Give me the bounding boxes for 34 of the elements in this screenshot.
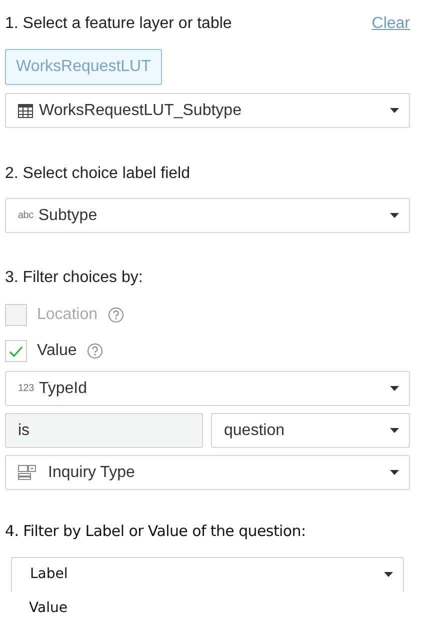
checkbox[interactable] [5,340,27,362]
form-field-select[interactable]: Inquiry Type [5,455,410,490]
section-heading: 4. Filter by Label or Value of the question: [5,521,307,542]
select-value: Inquiry Type [48,462,135,482]
layer-select[interactable]: WorksRequestLUT_Subtype [5,93,410,128]
select-value: Subtype [38,206,98,226]
help-icon[interactable] [86,343,103,359]
field-type-label: abc [18,209,34,223]
table-icon [18,104,33,118]
caret-icon [390,108,399,113]
caret-icon [390,213,399,218]
form-icon [18,465,36,480]
caret-icon [390,428,399,433]
help-icon[interactable] [108,307,124,323]
operator-field: is [5,413,203,448]
select-value: question [224,420,284,440]
select-value: Label [30,565,68,584]
caret-icon [390,386,399,391]
check-icon [9,346,23,356]
caret-icon [384,572,393,577]
checkbox-label: Value [37,341,77,361]
select-value: WorksRequestLUT_Subtype [39,100,242,120]
source-type-select[interactable]: question [211,413,410,448]
value-field-select[interactable]: 123 TypeId [5,371,410,406]
select-value: TypeId [38,378,87,398]
field-type-label: 123 [18,382,34,396]
label-field-select[interactable]: abc Subtype [5,198,410,233]
checkbox-label: Location [37,305,98,325]
section-heading: 2. Select choice label field [5,164,191,184]
section-heading: 1. Select a feature layer or table [5,14,232,34]
caret-icon [390,470,399,475]
section-heading: 3. Filter choices by: [5,268,144,288]
filter-select[interactable]: Label [11,556,404,592]
dropdown-option[interactable]: Value [29,598,68,618]
